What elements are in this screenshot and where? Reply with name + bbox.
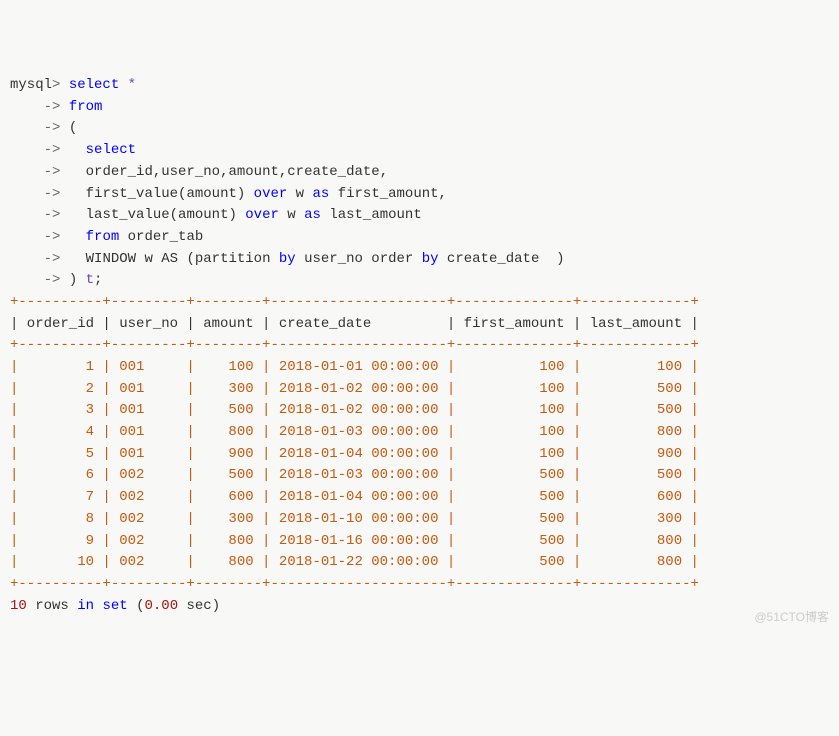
table-separator: +----------+---------+--------+---------…	[10, 294, 699, 310]
continuation: ->	[44, 142, 61, 158]
continuation: ->	[44, 251, 61, 267]
table-row: | 4 | 001 | 800 | 2018-01-03 00:00:00 | …	[10, 424, 699, 440]
star: *	[128, 77, 136, 93]
keyword-from: from	[69, 99, 103, 115]
table-row: | 1 | 001 | 100 | 2018-01-01 00:00:00 | …	[10, 359, 699, 375]
func-last-value: last_value(amount)	[86, 207, 246, 223]
window-clause: WINDOW w AS (partition	[86, 251, 279, 267]
continuation: ->	[44, 207, 61, 223]
table-row: | 10 | 002 | 800 | 2018-01-22 00:00:00 |…	[10, 554, 699, 570]
prompt: mysql>	[10, 77, 60, 93]
table-separator: +----------+---------+--------+---------…	[10, 576, 699, 592]
continuation: ->	[44, 229, 61, 245]
func-first-value: first_value(amount)	[86, 186, 254, 202]
keyword-from: from	[86, 229, 120, 245]
table-row: | 6 | 002 | 500 | 2018-01-03 00:00:00 | …	[10, 467, 699, 483]
keyword-select: select	[69, 77, 119, 93]
table-row: | 2 | 001 | 300 | 2018-01-02 00:00:00 | …	[10, 381, 699, 397]
table-row: | 7 | 002 | 600 | 2018-01-04 00:00:00 | …	[10, 489, 699, 505]
table-row: | 5 | 001 | 900 | 2018-01-04 00:00:00 | …	[10, 446, 699, 462]
table-separator: +----------+---------+--------+---------…	[10, 337, 699, 353]
table-row: | 3 | 001 | 500 | 2018-01-02 00:00:00 | …	[10, 402, 699, 418]
table-row: | 9 | 002 | 800 | 2018-01-16 00:00:00 | …	[10, 533, 699, 549]
sql-terminal-output: mysql> select * -> from -> ( -> select -…	[10, 75, 829, 617]
continuation: ->	[44, 120, 61, 136]
paren-close: )	[69, 272, 86, 288]
row-count: 10	[10, 598, 27, 614]
paren-open: (	[69, 120, 77, 136]
continuation: ->	[44, 99, 61, 115]
continuation: ->	[44, 186, 61, 202]
table-header: | order_id | user_no | amount | create_d…	[10, 316, 699, 332]
continuation: ->	[44, 272, 61, 288]
keyword-select: select	[86, 142, 136, 158]
watermark: @51CTO博客	[754, 608, 829, 627]
column-list: order_id,user_no,amount,create_date,	[86, 164, 388, 180]
table-row: | 8 | 002 | 300 | 2018-01-10 00:00:00 | …	[10, 511, 699, 527]
continuation: ->	[44, 164, 61, 180]
